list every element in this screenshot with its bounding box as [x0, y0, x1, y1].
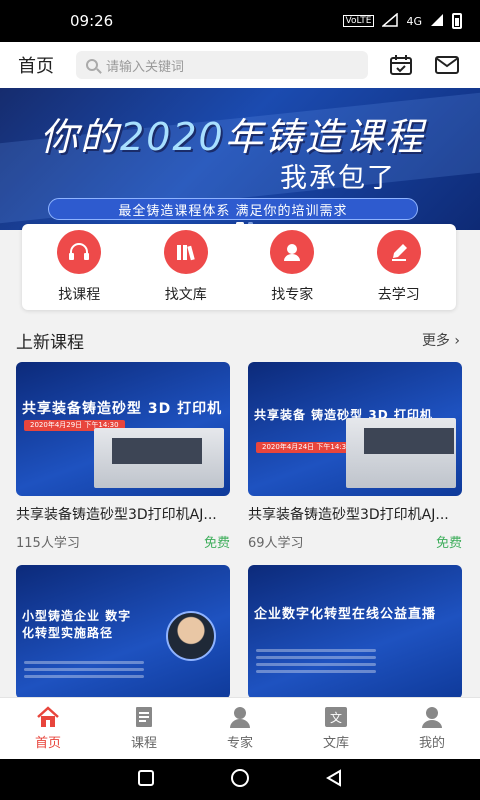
system-nav-bar — [0, 759, 480, 800]
svg-text:文: 文 — [330, 710, 342, 725]
course-thumbnail: 共享装备铸造砂型 3D 打印机 2020年4月29日 下午14:30 — [16, 362, 230, 496]
page-title: 首页 — [18, 56, 54, 77]
banner-headline-part: 你的 — [40, 115, 121, 159]
document-icon — [136, 707, 152, 727]
search-icon — [86, 59, 98, 71]
status-bar: 09:26 VoLTE 4G — [0, 0, 480, 42]
course-card[interactable]: 企业数字化转型在线公益直播 — [248, 565, 462, 699]
profile-icon — [422, 707, 442, 728]
course-grid: 共享装备铸造砂型 3D 打印机 2020年4月29日 下午14:30 共享装备铸… — [16, 362, 464, 713]
promo-banner[interactable]: 你的2020年铸造课程 我承包了 最全铸造课程体系 满足你的培训需求 — [0, 88, 480, 230]
expert-icon — [230, 707, 250, 728]
course-card[interactable]: 共享装备铸造砂型 3D 打印机 2020年4月29日 下午14:30 共享装备铸… — [16, 362, 230, 551]
person-icon — [270, 230, 315, 274]
banner-tagline: 最全铸造课程体系 满足你的培训需求 — [48, 198, 418, 220]
thumbnail-text-lines — [24, 661, 144, 682]
signal-icon — [381, 11, 399, 30]
quick-link-label: 找专家 — [271, 287, 314, 303]
search-placeholder: 请输入关键词 — [106, 59, 185, 75]
course-thumbnail: 共享装备 铸造砂型 3D 打印机 2020年4月24日 下午14:30 — [248, 362, 462, 496]
signal-full-icon — [430, 13, 444, 30]
tab-label: 专家 — [226, 736, 253, 751]
thumbnail-caption: 共享装备铸造砂型 3D 打印机 — [22, 401, 223, 417]
banner-headline-part: 年铸造课程 — [224, 115, 425, 159]
tab-experts[interactable]: 专家 — [192, 698, 288, 759]
thumbnail-caption: 企业数字化转型在线公益直播 — [254, 607, 437, 622]
thumbnail-caption: 小型铸造企业 数字化转型实施路径 — [22, 609, 132, 640]
course-card[interactable]: 小型铸造企业 数字化转型实施路径 — [16, 565, 230, 699]
pencil-icon — [376, 230, 421, 274]
tab-label: 课程 — [130, 736, 157, 751]
printer-machine-image — [94, 428, 224, 488]
course-thumbnail: 小型铸造企业 数字化转型实施路径 — [16, 565, 230, 699]
more-link[interactable]: 更多 › — [422, 330, 460, 350]
tab-label: 文库 — [322, 736, 349, 751]
tab-library[interactable]: 文 文库 — [288, 698, 384, 759]
recents-button[interactable] — [137, 769, 155, 791]
search-input[interactable]: 请输入关键词 — [76, 51, 368, 79]
books-icon — [163, 230, 208, 274]
quick-link-label: 找课程 — [58, 287, 101, 303]
quick-link-study[interactable]: 去学习 — [351, 230, 447, 304]
banner-headline: 你的2020年铸造课程 — [40, 106, 425, 161]
tab-label: 我的 — [418, 736, 445, 751]
volte-badge: VoLTE — [342, 15, 375, 27]
quick-links: 找课程 找文库 找专家 去学习 — [22, 224, 456, 310]
section-header: 上新课程 更多 › — [0, 322, 480, 358]
printer-machine-image — [346, 418, 456, 488]
course-meta: 69人学习 免费 — [248, 532, 462, 551]
status-icons: VoLTE 4G — [342, 11, 462, 30]
quick-link-experts[interactable]: 找专家 — [244, 230, 340, 304]
tab-home[interactable]: 首页 — [0, 698, 96, 759]
calendar-check-icon[interactable] — [388, 52, 414, 78]
quick-link-label: 找文库 — [164, 287, 207, 303]
speaker-photo — [166, 611, 216, 661]
course-card[interactable]: 共享装备 铸造砂型 3D 打印机 2020年4月24日 下午14:30 共享装备… — [248, 362, 462, 551]
course-meta: 115人学习 免费 — [16, 532, 230, 551]
course-title: 共享装备铸造砂型3D打印机AJ... — [248, 507, 449, 523]
network-label: 4G — [406, 14, 422, 28]
course-title: 共享装备铸造砂型3D打印机AJ... — [16, 507, 217, 523]
thumbnail-date: 2020年4月24日 下午14:30 — [256, 442, 357, 453]
top-header: 首页 请输入关键词 — [0, 42, 480, 88]
price-badge: 免费 — [203, 536, 230, 551]
quick-link-label: 去学习 — [377, 287, 420, 303]
home-icon — [37, 706, 59, 727]
learner-count: 69人学习 — [248, 536, 304, 551]
quick-link-library[interactable]: 找文库 — [138, 230, 234, 304]
banner-subline: 我承包了 — [280, 163, 396, 194]
tab-profile[interactable]: 我的 — [384, 698, 480, 759]
course-thumbnail: 企业数字化转型在线公益直播 — [248, 565, 462, 699]
section-title: 上新课程 — [16, 332, 84, 353]
library-icon: 文 — [325, 707, 347, 727]
banner-headline-year: 2020 — [120, 115, 225, 159]
tab-courses[interactable]: 课程 — [96, 698, 192, 759]
bottom-tab-bar: 首页 课程 专家 文 文库 我的 — [0, 697, 480, 759]
status-time: 09:26 — [70, 12, 114, 30]
quick-link-courses[interactable]: 找课程 — [31, 230, 127, 304]
tab-label: 首页 — [34, 736, 61, 751]
thumbnail-text-lines — [256, 649, 376, 677]
mail-icon[interactable] — [434, 52, 460, 78]
battery-icon — [452, 13, 462, 29]
learner-count: 115人学习 — [16, 536, 80, 551]
price-badge: 免费 — [435, 536, 462, 551]
headphones-icon — [57, 230, 102, 274]
back-button[interactable] — [325, 768, 343, 791]
home-button[interactable] — [230, 768, 250, 792]
